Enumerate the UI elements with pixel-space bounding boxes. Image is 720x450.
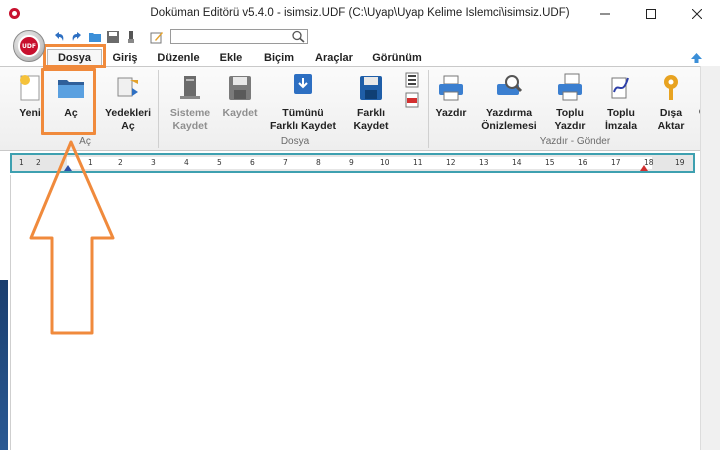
logo-text: UDF xyxy=(22,42,36,50)
application-window: Doküman Editörü v5.4.0 - isimsiz.UDF (C:… xyxy=(0,0,720,450)
logo-badge: UDF xyxy=(18,35,40,57)
up-arrow-annotation xyxy=(29,140,115,335)
app-logo-button[interactable]: UDF xyxy=(13,30,45,62)
